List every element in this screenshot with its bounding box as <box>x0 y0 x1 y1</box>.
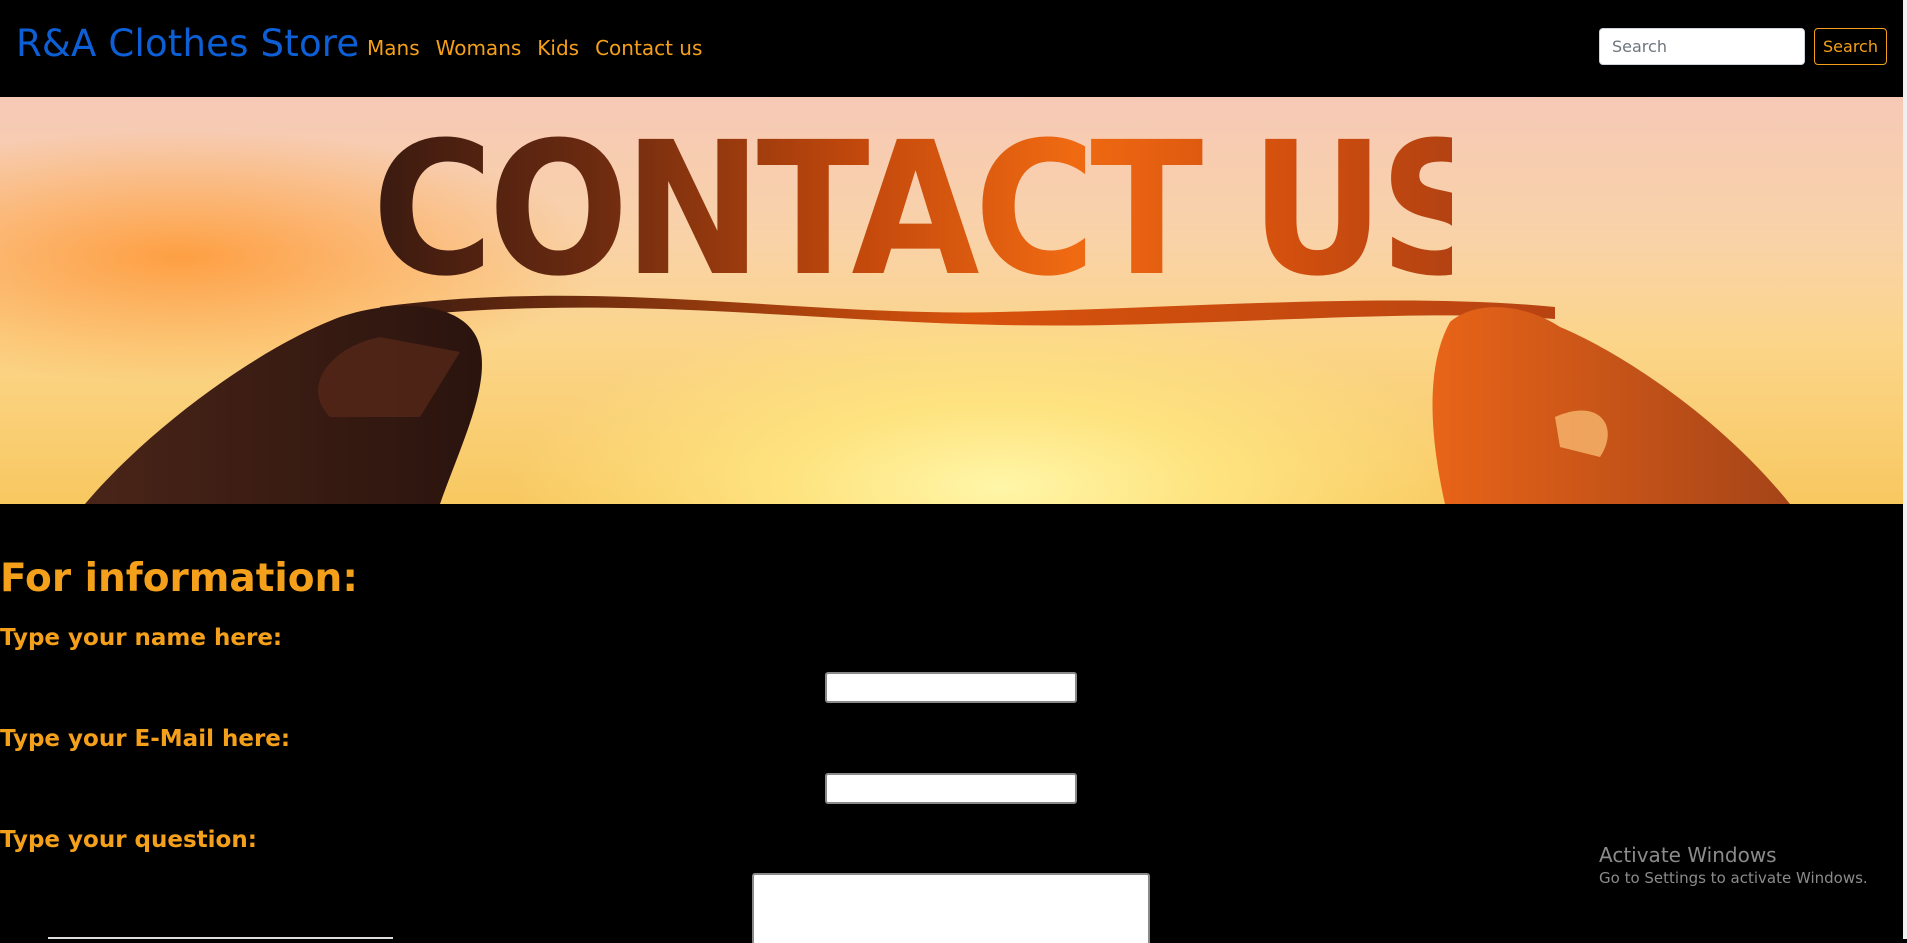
nav-links: Mans Womans Kids Contact us <box>367 34 718 62</box>
right-hand <box>1432 307 1790 504</box>
search-input[interactable] <box>1599 28 1805 65</box>
email-field[interactable] <box>825 773 1077 804</box>
watermark-title: Activate Windows <box>1599 843 1777 867</box>
email-label: Type your E-Mail here: <box>0 726 291 752</box>
form-title: For information: <box>0 556 358 601</box>
brand-link[interactable]: R&A Clothes Store <box>16 20 359 68</box>
contact-us-banner: CONTACT US <box>0 97 1903 504</box>
search-button[interactable]: Search <box>1814 28 1887 65</box>
scrollbar[interactable] <box>1903 0 1907 939</box>
nav-link-kids[interactable]: Kids <box>537 34 579 62</box>
navbar: R&A Clothes Store Mans Womans Kids Conta… <box>0 0 1903 97</box>
nav-link-mans[interactable]: Mans <box>367 34 420 62</box>
nav-link-womans[interactable]: Womans <box>436 34 522 62</box>
windows-activation-watermark: Activate Windows Go to Settings to activ… <box>1599 842 1868 888</box>
nav-link-contact-us[interactable]: Contact us <box>595 34 702 62</box>
banner-heading: CONTACT US <box>372 103 1498 317</box>
name-label: Type your name here: <box>0 625 283 651</box>
question-textarea[interactable] <box>752 873 1150 943</box>
watermark-subtitle: Go to Settings to activate Windows. <box>1599 869 1868 887</box>
name-field[interactable] <box>825 672 1077 703</box>
